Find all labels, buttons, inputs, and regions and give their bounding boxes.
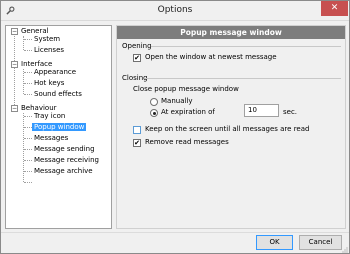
at-expiration-radio[interactable] <box>150 109 158 117</box>
seconds-unit-label: sec. <box>283 108 298 116</box>
tree-item-appearance[interactable]: Appearance <box>34 67 76 78</box>
opening-group-label: Opening <box>122 42 152 50</box>
ok-button[interactable]: OK <box>256 235 293 250</box>
tree-connector <box>24 116 32 117</box>
tree-item-label: Popup window <box>32 123 87 131</box>
tree-item-message-receiving[interactable]: Message receiving <box>34 155 99 166</box>
tree-item-popup-window[interactable]: Popup window <box>32 122 87 133</box>
collapse-icon[interactable]: − <box>11 61 18 68</box>
tree-item-label: Message archive <box>34 167 93 175</box>
tree-item-message-sending[interactable]: Message sending <box>34 144 95 155</box>
options-tree[interactable]: − General System Licenses − Interface Ap… <box>5 25 112 229</box>
keep-on-screen-checkbox[interactable] <box>133 126 141 134</box>
collapse-icon[interactable]: − <box>11 105 18 112</box>
checkmark-icon: ✔ <box>134 139 140 147</box>
remove-read-label: Remove read messages <box>145 138 229 146</box>
tree-item-label: Message sending <box>34 145 95 153</box>
title-bar[interactable]: Options ✕ <box>1 1 349 21</box>
close-icon: ✕ <box>330 3 339 13</box>
open-newest-checkbox[interactable]: ✔ <box>133 54 141 62</box>
radio-selected-dot <box>153 112 156 115</box>
tree-item-label: Message receiving <box>34 156 100 164</box>
tree-item-label: Licenses <box>34 46 65 54</box>
close-button[interactable]: ✕ <box>321 1 348 16</box>
open-newest-label: Open the window at newest message <box>145 53 277 61</box>
tree-connector <box>24 39 32 40</box>
tree-item-label: System <box>34 35 61 43</box>
tree-item-label: Appearance <box>34 68 77 76</box>
tree-connector <box>24 138 32 139</box>
footer-divider <box>1 232 349 233</box>
tree-item-label: Messages <box>34 134 69 142</box>
tree-item-message-archive[interactable]: Message archive <box>34 166 93 177</box>
options-window: Options ✕ − General System Licenses − In… <box>0 0 350 254</box>
remove-read-checkbox[interactable]: ✔ <box>133 139 141 147</box>
tree-item-system[interactable]: System <box>34 34 60 45</box>
cancel-button[interactable]: Cancel <box>299 235 342 250</box>
tree-connector <box>24 160 32 161</box>
tree-connector <box>24 127 32 128</box>
close-description: Close popup message window <box>133 85 239 93</box>
window-title: Options <box>157 5 193 15</box>
closing-group-label: Closing <box>122 74 148 82</box>
checkmark-icon: ✔ <box>134 54 140 62</box>
tree-connector <box>24 149 32 150</box>
tree-connector <box>24 83 32 84</box>
tree-item-tray-icon[interactable]: Tray icon <box>34 111 65 122</box>
tree-item-label: Hot keys <box>34 79 65 87</box>
tree-item-hot-keys[interactable]: Hot keys <box>34 78 64 89</box>
group-divider <box>151 46 341 47</box>
resize-grip-icon[interactable] <box>342 247 348 253</box>
tree-item-label: Sound effects <box>34 90 82 98</box>
expiration-seconds-input[interactable]: 10 <box>244 104 279 117</box>
tree-connector <box>24 50 32 51</box>
tree-item-messages[interactable]: Messages <box>34 133 68 144</box>
manually-radio[interactable] <box>150 98 158 106</box>
keep-on-screen-label: Keep on the screen until all messages ar… <box>145 125 310 133</box>
panel-title: Popup message window <box>117 26 345 39</box>
tree-connector <box>24 171 32 172</box>
tree-item-licenses[interactable]: Licenses <box>34 45 64 56</box>
tree-item-label: Tray icon <box>34 112 66 120</box>
tree-connector <box>24 94 32 95</box>
settings-panel: Popup message window Opening ✔ Open the … <box>116 25 346 229</box>
tree-connector <box>24 72 32 73</box>
at-expiration-label: At expiration of <box>161 108 215 116</box>
collapse-icon[interactable]: − <box>11 28 18 35</box>
manually-label: Manually <box>161 97 193 105</box>
tree-connector <box>14 32 15 109</box>
tree-connector <box>24 182 32 183</box>
group-divider <box>145 78 341 79</box>
tree-item-sound-effects[interactable]: Sound effects <box>34 89 82 100</box>
